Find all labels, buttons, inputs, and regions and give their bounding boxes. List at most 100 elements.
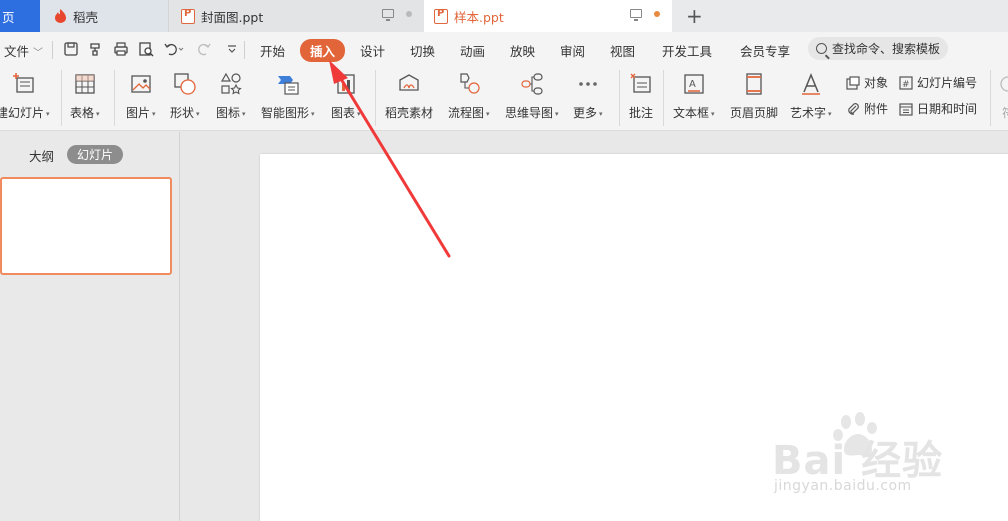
- tab-daoke[interactable]: 稻壳: [40, 0, 168, 32]
- more-label: 更多 ▾: [573, 106, 603, 120]
- file-menu[interactable]: 文件 ﹀: [4, 41, 43, 60]
- menu-bar: 文件 ﹀ 开始 插入 设计 切换 动画 放映 审阅 视图 开发工具 会员专享 查找…: [0, 32, 1008, 66]
- mindmap-button[interactable]: 思维导图 ▾: [505, 72, 559, 121]
- more-button[interactable]: 更多 ▾: [573, 72, 603, 121]
- menu-item-slideshow[interactable]: 放映: [510, 41, 535, 60]
- textbox-icon: A: [684, 74, 704, 94]
- textbox-button[interactable]: A 文本框 ▾: [673, 72, 715, 121]
- tab-document-cover[interactable]: 封面图.ppt: [168, 0, 424, 32]
- tab-daoke-label: 稻壳: [73, 9, 99, 25]
- chart-icon: [337, 74, 355, 94]
- menu-item-design[interactable]: 设计: [360, 41, 385, 60]
- textbox-label: 文本框 ▾: [673, 106, 715, 120]
- smart-art-button[interactable]: 智能图形 ▾: [261, 72, 315, 121]
- slide-thumbnail[interactable]: [0, 177, 172, 275]
- smart-art-label: 智能图形 ▾: [261, 106, 315, 120]
- tab-document-cover-label: 封面图.ppt: [201, 9, 264, 25]
- print-icon[interactable]: [113, 41, 129, 57]
- header-footer-icon: [746, 73, 762, 95]
- daoke-material-label: 稻壳素材: [385, 106, 434, 120]
- date-time-button[interactable]: 日期和时间: [899, 100, 977, 117]
- mindmap-label: 思维导图 ▾: [505, 106, 559, 120]
- format-painter-icon[interactable]: [88, 41, 104, 57]
- undo-icon[interactable]: [163, 41, 185, 57]
- chevron-down-icon: ﹀: [33, 48, 44, 59]
- menu-item-home[interactable]: 开始: [260, 41, 285, 60]
- slide-number-button[interactable]: # 幻灯片编号: [899, 74, 977, 91]
- divider: [114, 70, 115, 126]
- print-preview-icon[interactable]: [138, 41, 154, 57]
- divider: [663, 70, 664, 126]
- symbol-button[interactable]: 符: [996, 72, 1008, 121]
- menu-item-view[interactable]: 视图: [610, 41, 635, 60]
- save-icon[interactable]: [63, 41, 79, 57]
- menu-item-insert[interactable]: 插入: [300, 39, 346, 62]
- shape-icon: [174, 73, 196, 95]
- shape-label: 形状 ▾: [170, 106, 200, 120]
- icon-library-label: 图标 ▾: [216, 106, 246, 120]
- new-tab-button[interactable]: +: [686, 4, 703, 28]
- divider: [619, 70, 620, 126]
- menu-item-developer[interactable]: 开发工具: [662, 41, 712, 60]
- svg-text:A: A: [689, 79, 696, 90]
- new-slide-label: 建幻灯片 ▾: [0, 106, 50, 120]
- divider: [990, 70, 991, 126]
- wordart-button[interactable]: 艺术字 ▾: [790, 72, 832, 121]
- ppt-file-icon: [434, 8, 448, 24]
- flowchart-label: 流程图 ▾: [448, 106, 490, 120]
- wordart-label: 艺术字 ▾: [790, 106, 832, 120]
- shape-button[interactable]: 形状 ▾: [170, 72, 200, 121]
- material-library-icon: [399, 74, 419, 91]
- table-label: 表格 ▾: [70, 106, 100, 120]
- header-footer-button[interactable]: 页眉页脚: [730, 72, 778, 121]
- watermark-url: jingyan.baidu.com: [774, 478, 912, 494]
- header-footer-label: 页眉页脚: [730, 106, 779, 120]
- redo-icon[interactable]: [196, 41, 212, 57]
- menu-item-transition[interactable]: 切换: [410, 41, 435, 60]
- symbol-label: 符: [1001, 106, 1008, 120]
- table-button[interactable]: 表格 ▾: [70, 72, 100, 121]
- command-search-placeholder: 查找命令、搜索模板: [832, 42, 941, 56]
- picture-button[interactable]: 图片 ▾: [126, 72, 156, 121]
- divider: [61, 70, 62, 126]
- menu-item-animation[interactable]: 动画: [460, 41, 485, 60]
- baidu-watermark: Bai 经验 jingyan.baidu.com: [772, 408, 1002, 498]
- attachment-label: 附件: [864, 102, 889, 116]
- chart-label: 图表 ▾: [331, 106, 361, 120]
- monitor-icon[interactable]: [630, 9, 642, 21]
- tab-controls: [382, 9, 412, 21]
- table-icon: [75, 74, 95, 94]
- menu-item-review[interactable]: 审阅: [560, 41, 585, 60]
- object-button[interactable]: 对象: [846, 74, 888, 91]
- command-search-input[interactable]: 查找命令、搜索模板: [808, 37, 948, 60]
- slides-panel: 大纲 幻灯片: [0, 132, 180, 521]
- comment-icon: [630, 73, 651, 93]
- ppt-file-icon: [181, 8, 195, 24]
- customize-toolbar-icon[interactable]: [224, 41, 240, 57]
- tab-controls: [630, 9, 660, 21]
- flame-icon: [55, 9, 66, 23]
- menu-item-member[interactable]: 会员专享: [740, 41, 790, 60]
- icon-library-button[interactable]: 图标 ▾: [216, 72, 246, 121]
- search-icon: [816, 43, 827, 54]
- daoke-material-button[interactable]: 稻壳素材: [385, 72, 433, 121]
- tab-document-sample[interactable]: 样本.ppt: [424, 0, 672, 32]
- mindmap-icon: [521, 73, 543, 95]
- tab-outline[interactable]: 大纲: [29, 146, 54, 165]
- flowchart-button[interactable]: 流程图 ▾: [448, 72, 490, 121]
- monitor-icon[interactable]: [382, 9, 394, 21]
- chart-button[interactable]: 图表 ▾: [331, 72, 361, 121]
- wordart-icon: [801, 73, 820, 95]
- tab-bar: 页 稻壳 封面图.ppt 样本.ppt +: [0, 0, 1008, 32]
- tab-slides[interactable]: 幻灯片: [67, 145, 124, 164]
- calendar-icon: [899, 102, 913, 116]
- new-slide-button[interactable]: 建幻灯片 ▾: [0, 72, 50, 121]
- attachment-button[interactable]: 附件: [846, 100, 888, 117]
- tab-home-label: 页: [2, 9, 15, 25]
- comment-button[interactable]: 批注: [629, 72, 653, 121]
- tab-home[interactable]: 页: [0, 0, 40, 32]
- tab-document-sample-label: 样本.ppt: [454, 9, 504, 25]
- smart-art-icon: [277, 76, 299, 95]
- object-icon: [846, 75, 860, 90]
- object-label: 对象: [864, 76, 889, 90]
